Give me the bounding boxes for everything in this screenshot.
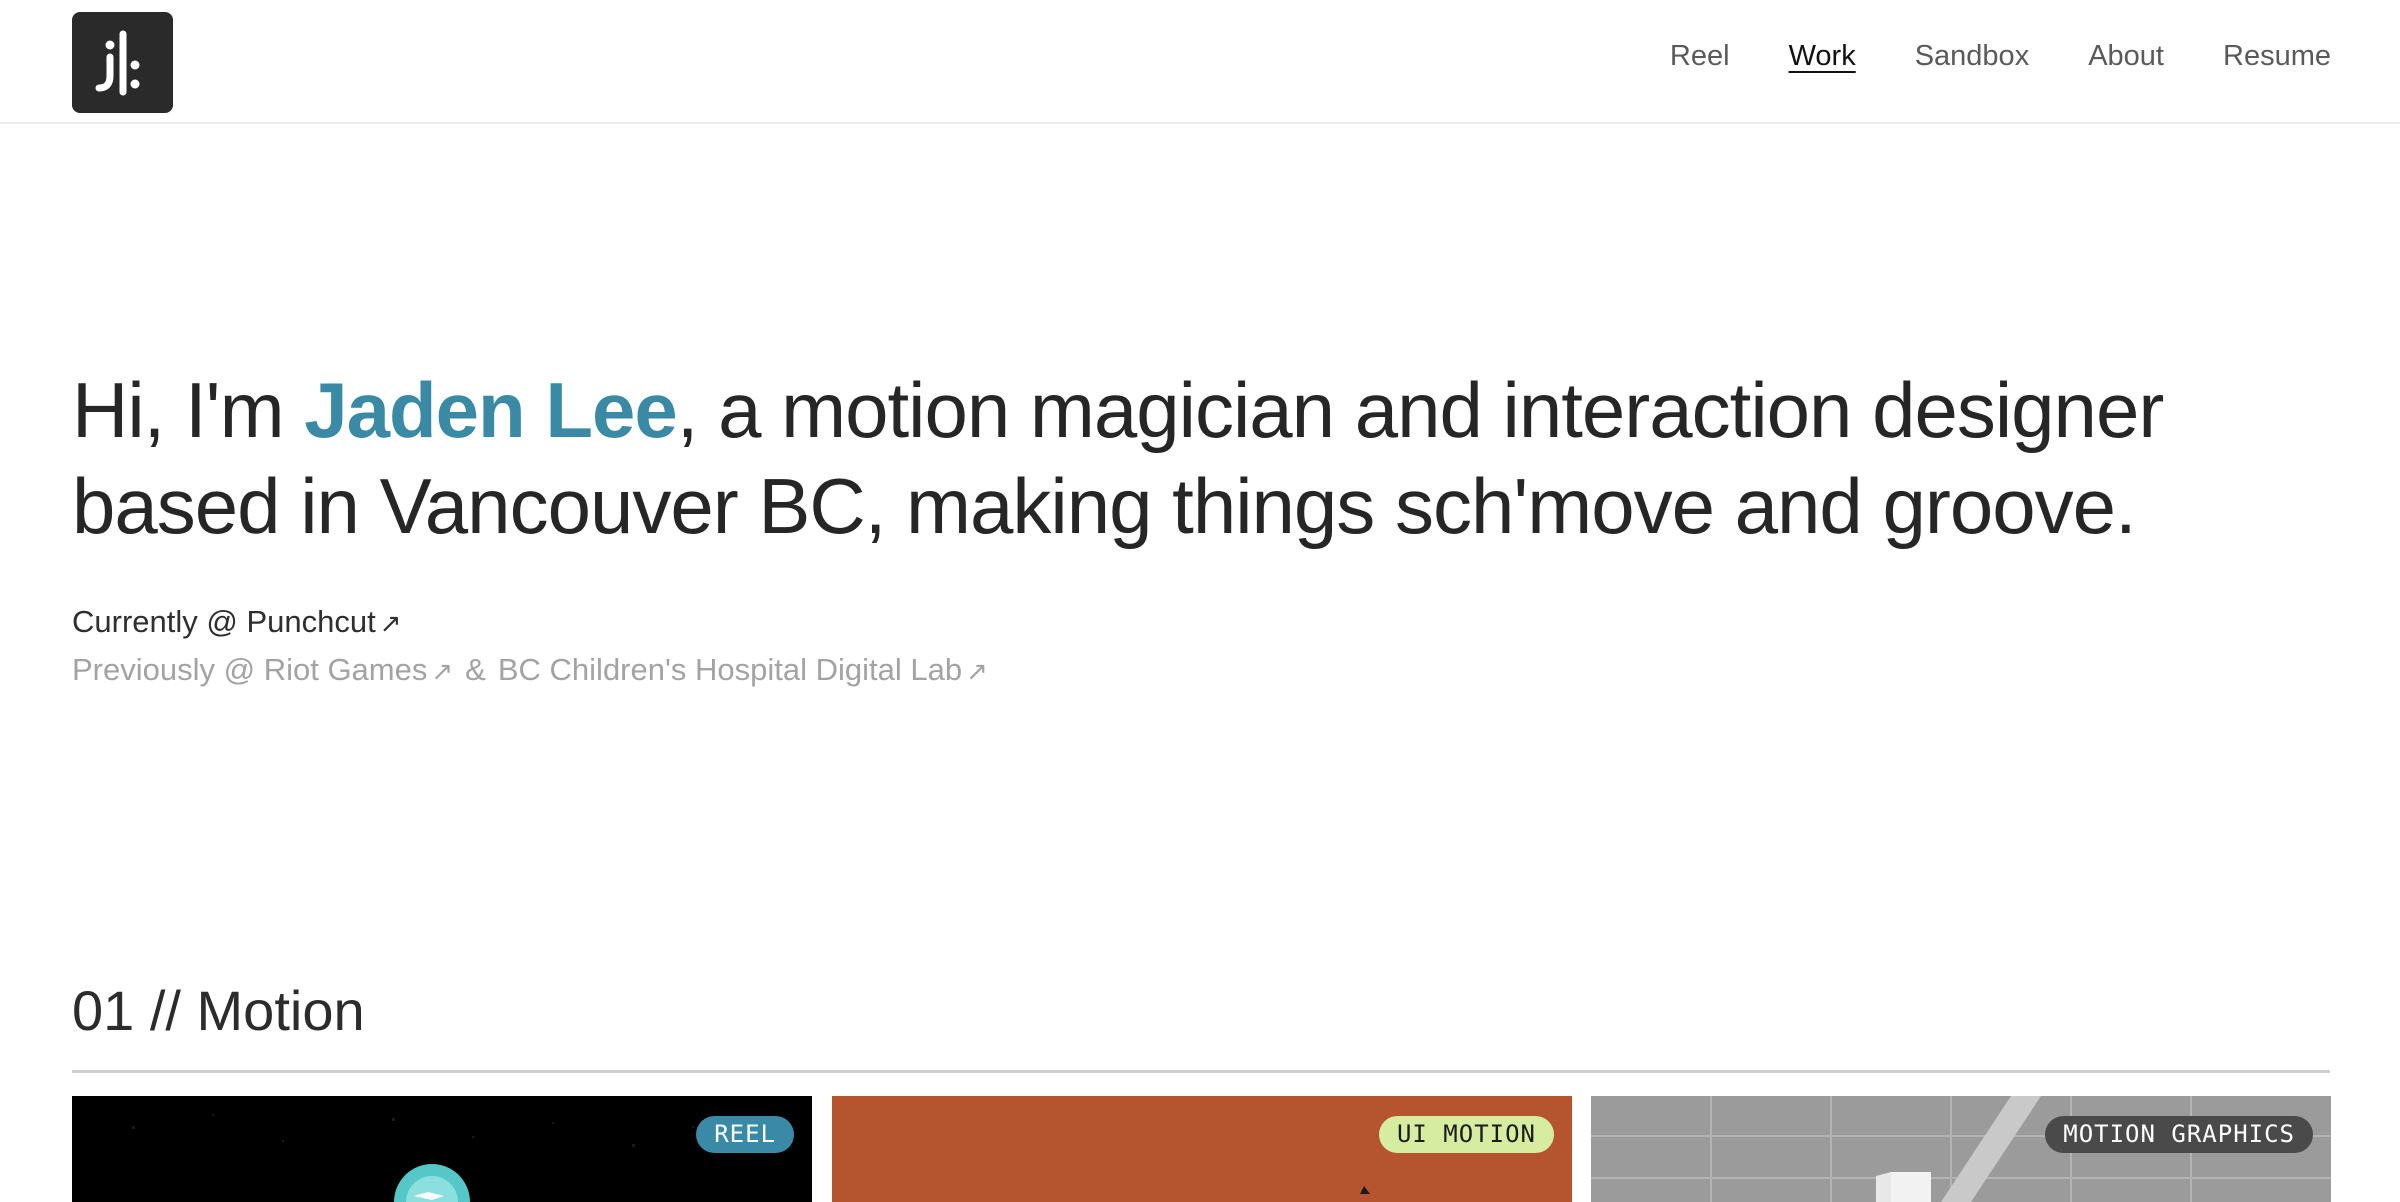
hero-intro-pre: Hi, I'm bbox=[72, 366, 305, 454]
tag-badge: REEL bbox=[696, 1116, 794, 1153]
external-arrow-icon: ↗ bbox=[966, 657, 988, 687]
nav-work[interactable]: Work bbox=[1789, 40, 1856, 73]
punchcut-link[interactable]: Punchcut ↗ bbox=[246, 604, 401, 639]
riot-games-label: Riot Games bbox=[263, 652, 428, 687]
hero-name: Jaden Lee bbox=[304, 366, 678, 454]
logo-home-link[interactable] bbox=[72, 12, 173, 113]
nav-resume[interactable]: Resume bbox=[2223, 40, 2331, 73]
riot-games-link[interactable]: Riot Games ↗ bbox=[264, 652, 453, 687]
nav-about[interactable]: About bbox=[2088, 40, 2164, 73]
previously-line: Previously @ Riot Games ↗ & BC Children's H… bbox=[72, 650, 988, 692]
external-arrow-icon: ↗ bbox=[431, 657, 454, 687]
hero-headline: Hi, I'm Jaden Lee, a motion magician and… bbox=[72, 362, 2312, 554]
site-header: Reel Work Sandbox About Resume bbox=[0, 0, 2400, 124]
section-title: 01 // Motion bbox=[72, 979, 365, 1042]
hero: Hi, I'm Jaden Lee, a motion magician and… bbox=[72, 362, 2312, 554]
project-card-reel[interactable]: REEL bbox=[72, 1096, 812, 1202]
external-arrow-icon: ↗ bbox=[379, 609, 402, 639]
tag-badge: UI MOTION bbox=[1378, 1116, 1554, 1153]
reel-thumbnail bbox=[72, 1096, 812, 1202]
section-divider bbox=[72, 1070, 2330, 1073]
nav-sandbox[interactable]: Sandbox bbox=[1915, 40, 2030, 73]
currently-line: Currently @ Punchcut ↗ bbox=[72, 602, 402, 644]
project-card-motion-graphics[interactable]: MOTION GRAPHICS bbox=[1591, 1096, 2331, 1202]
tag-badge: MOTION GRAPHICS bbox=[2045, 1116, 2313, 1153]
bc-childrens-label: BC Children's Hospital Digital Lab bbox=[497, 652, 963, 687]
bc-childrens-link[interactable]: BC Children's Hospital Digital Lab ↗ bbox=[498, 652, 988, 687]
jl-logo-icon bbox=[95, 30, 140, 96]
main-nav: Reel Work Sandbox About Resume bbox=[1611, 40, 2331, 73]
ampersand: & bbox=[465, 652, 486, 687]
project-card-ui-motion[interactable]: UI MOTION bbox=[832, 1096, 1572, 1202]
nav-reel[interactable]: Reel bbox=[1670, 40, 1730, 73]
currently-prefix: Currently @ bbox=[72, 604, 247, 639]
punchcut-label: Punchcut bbox=[246, 604, 376, 639]
previously-prefix: Previously @ bbox=[72, 652, 264, 687]
